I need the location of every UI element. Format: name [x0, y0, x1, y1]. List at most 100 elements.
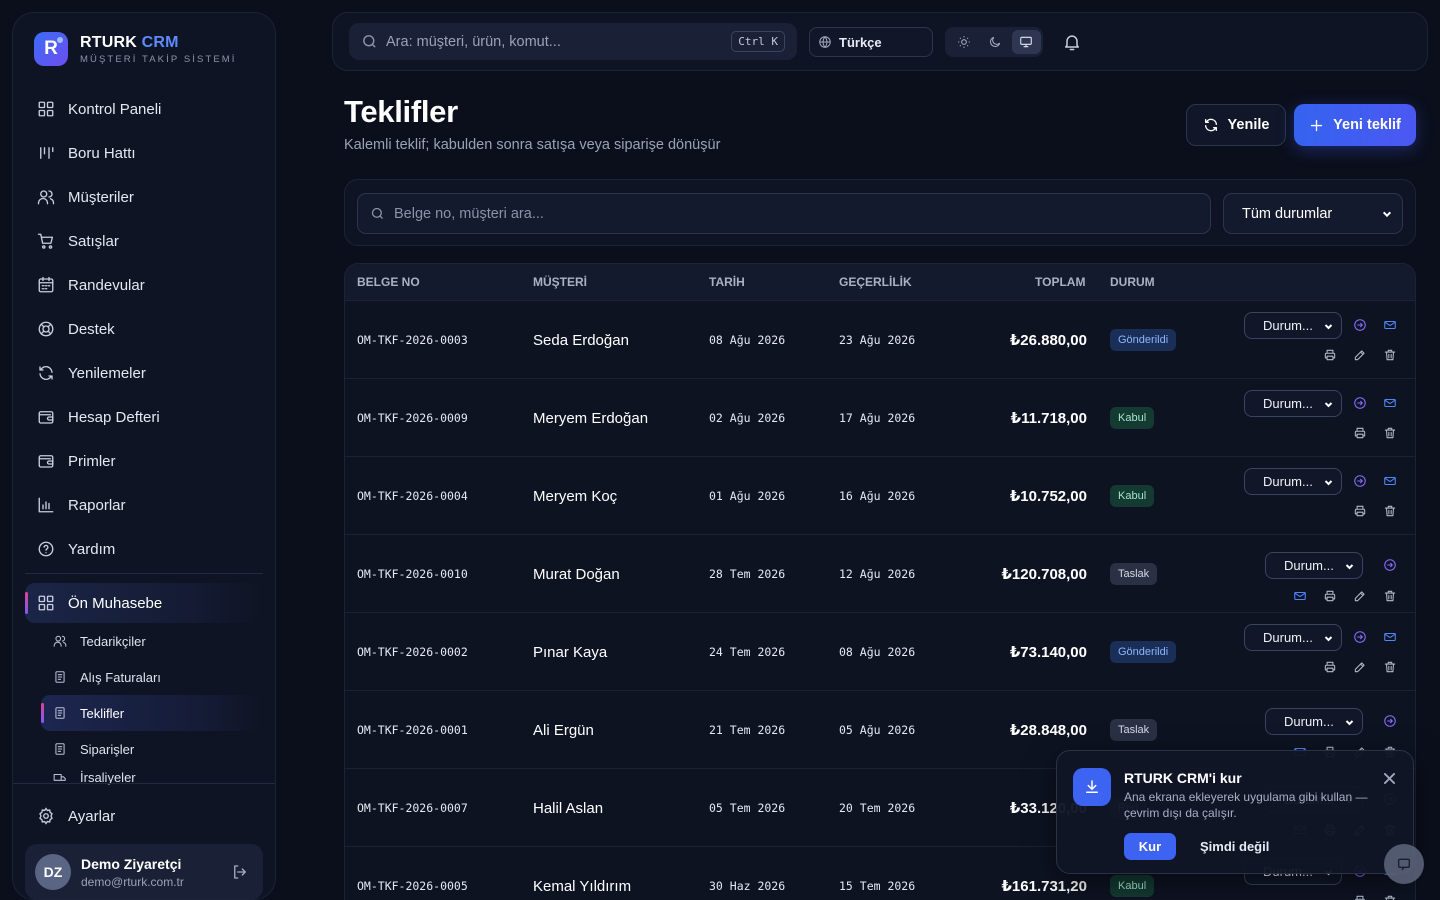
bell-icon[interactable] [1062, 32, 1082, 52]
cell-document-no[interactable]: OM-TKF-2026-0001 [357, 691, 468, 769]
quote-search-input[interactable]: Belge no, müşteri ara... [357, 193, 1211, 234]
edit-icon[interactable] [1353, 660, 1367, 674]
sidebar-group-label: Ön Muhasebe [68, 594, 163, 612]
sidebar-subitem-quotes[interactable]: Teklifler [41, 695, 263, 731]
mail-icon[interactable] [1383, 318, 1397, 332]
convert-icon[interactable] [1353, 318, 1367, 332]
row-status-select[interactable]: Durum... [1244, 390, 1342, 417]
trash-icon[interactable] [1383, 348, 1397, 362]
row-status-value: Durum... [1284, 714, 1334, 729]
mail-icon[interactable] [1383, 630, 1397, 644]
edit-icon[interactable] [1353, 589, 1367, 603]
row-status-select[interactable]: Durum... [1244, 624, 1342, 651]
sidebar-item-customers[interactable]: Müşteriler [25, 175, 265, 219]
topbar: Ara: müşteri, ürün, komut... Ctrl K Türk… [332, 12, 1428, 71]
mail-icon[interactable] [1383, 396, 1397, 410]
dismiss-button[interactable]: Şimdi değil [1200, 833, 1269, 860]
chevron-down-icon [1324, 402, 1333, 408]
convert-icon[interactable] [1353, 630, 1367, 644]
sidebar-subitem-purchase-invoices[interactable]: Alış Faturaları [41, 659, 263, 695]
sidebar-item-label: Destek [68, 320, 115, 338]
cell-document-no[interactable]: OM-TKF-2026-0010 [357, 535, 468, 613]
edit-icon[interactable] [1353, 348, 1367, 362]
convert-icon[interactable] [1353, 396, 1367, 410]
sidebar-item-pipeline[interactable]: Boru Hattı [25, 131, 265, 175]
chat-button[interactable] [1384, 844, 1424, 884]
table-row[interactable]: OM-TKF-2026-0009 Meryem Erdoğan 02 Ağu 2… [345, 378, 1415, 457]
global-search-input[interactable]: Ara: müşteri, ürün, komut... Ctrl K [349, 23, 797, 60]
cell-status: Gönderildi [1110, 613, 1177, 691]
theme-system-button[interactable] [1011, 30, 1041, 54]
sidebar-item-support[interactable]: Destek [25, 307, 265, 351]
cell-date: 01 Ağu 2026 [709, 489, 786, 503]
printer-icon[interactable] [1353, 426, 1367, 440]
table-row[interactable]: OM-TKF-2026-0002 Pınar Kaya 24 Tem 2026 … [345, 612, 1415, 691]
status-badge: Taslak [1110, 719, 1158, 741]
row-status-select[interactable]: Durum... [1265, 708, 1363, 735]
sidebar-item-ledger[interactable]: Hesap Defteri [25, 395, 265, 439]
printer-icon[interactable] [1323, 660, 1337, 674]
sidebar-item-renewals[interactable]: Yenilemeler [25, 351, 265, 395]
sidebar-item-label: Raporlar [68, 496, 126, 514]
sidebar-subitem-label: Alış Faturaları [80, 669, 161, 685]
sidebar-subitem-orders[interactable]: Siparişler [41, 731, 263, 767]
cell-document-no[interactable]: OM-TKF-2026-0005 [357, 847, 468, 900]
trash-icon[interactable] [1383, 504, 1397, 518]
theme-light-button[interactable] [949, 30, 978, 54]
printer-icon[interactable] [1353, 894, 1367, 900]
cell-document-no[interactable]: OM-TKF-2026-0007 [357, 769, 468, 847]
cell-validity: 08 Ağu 2026 [839, 645, 916, 659]
close-icon[interactable] [1384, 773, 1395, 784]
sidebar-item-appointments[interactable]: Randevular [25, 263, 265, 307]
sidebar-subitem-suppliers[interactable]: Tedarikçiler [41, 623, 263, 659]
sidebar-item-help[interactable]: Yardım [25, 527, 265, 571]
row-status-select[interactable]: Durum... [1265, 552, 1363, 579]
search-placeholder: Ara: müşteri, ürün, komut... [386, 33, 561, 50]
theme-dark-button[interactable] [980, 30, 1009, 54]
row-status-value: Durum... [1263, 318, 1313, 333]
header-date: TARİH [709, 275, 745, 289]
trash-icon[interactable] [1383, 426, 1397, 440]
trash-icon[interactable] [1383, 589, 1397, 603]
mail-icon[interactable] [1293, 589, 1307, 603]
row-status-select[interactable]: Durum... [1244, 468, 1342, 495]
brand[interactable]: R RTURK CRM MÜŞTERİ TAKİP SİSTEMİ [34, 32, 237, 66]
table-row[interactable]: OM-TKF-2026-0003 Seda Erdoğan 08 Ağu 202… [345, 300, 1415, 379]
row-status-select[interactable]: Durum... [1244, 312, 1342, 339]
sidebar-item-sales[interactable]: Satışlar [25, 219, 265, 263]
refresh-button[interactable]: Yenile [1186, 104, 1286, 146]
sidebar-item-settings[interactable]: Ayarlar [37, 794, 115, 838]
language-select[interactable]: Türkçe [809, 27, 933, 57]
user-card[interactable]: DZ Demo Ziyaretçi demo@rturk.com.tr [25, 844, 263, 899]
refresh-label: Yenile [1227, 117, 1270, 133]
row-status-value: Durum... [1263, 396, 1313, 411]
sidebar-group-accounting[interactable]: Ön Muhasebe [25, 583, 263, 623]
install-button[interactable]: Kur [1124, 833, 1176, 860]
sidebar-item-label: Yardım [68, 540, 116, 558]
sidebar-item-label: Satışlar [68, 232, 119, 250]
trash-icon[interactable] [1383, 894, 1397, 900]
sidebar-item-label: Hesap Defteri [68, 408, 160, 426]
cell-document-no[interactable]: OM-TKF-2026-0004 [357, 457, 468, 535]
convert-icon[interactable] [1383, 714, 1397, 728]
convert-icon[interactable] [1353, 474, 1367, 488]
table-row[interactable]: OM-TKF-2026-0004 Meryem Koç 01 Ağu 2026 … [345, 456, 1415, 535]
printer-icon[interactable] [1323, 589, 1337, 603]
trash-icon[interactable] [1383, 660, 1397, 674]
printer-icon[interactable] [1323, 348, 1337, 362]
sidebar-item-dashboard[interactable]: Kontrol Paneli [25, 87, 265, 131]
table-row[interactable]: OM-TKF-2026-0010 Murat Doğan 28 Tem 2026… [345, 534, 1415, 613]
status-filter-select[interactable]: Tüm durumlar [1223, 193, 1403, 234]
cart-icon [37, 233, 54, 249]
convert-icon[interactable] [1383, 558, 1397, 572]
printer-icon[interactable] [1353, 504, 1367, 518]
cell-document-no[interactable]: OM-TKF-2026-0003 [357, 301, 468, 379]
logout-icon[interactable] [231, 863, 249, 881]
sidebar-item-bonuses[interactable]: Primler [25, 439, 265, 483]
cell-document-no[interactable]: OM-TKF-2026-0002 [357, 613, 468, 691]
new-quote-button[interactable]: Yeni teklif [1294, 104, 1416, 146]
toast-description: Ana ekrana ekleyerek uygulama gibi kulla… [1124, 790, 1368, 820]
cell-document-no[interactable]: OM-TKF-2026-0009 [357, 379, 468, 457]
mail-icon[interactable] [1383, 474, 1397, 488]
sidebar-item-reports[interactable]: Raporlar [25, 483, 265, 527]
